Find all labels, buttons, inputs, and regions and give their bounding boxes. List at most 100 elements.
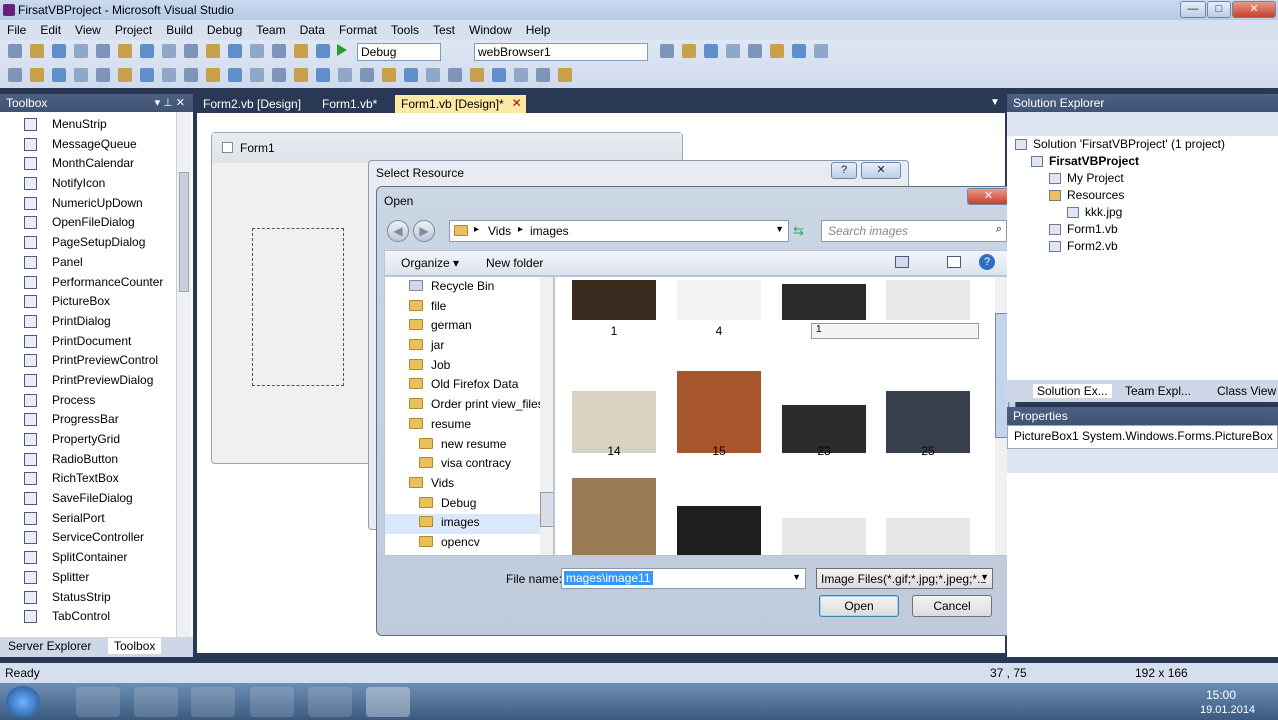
layout-toolbar-icon-21[interactable]	[470, 68, 484, 82]
file-thumbnail[interactable]	[572, 280, 656, 320]
tree-item[interactable]: resume	[385, 416, 553, 436]
filename-dropdown-icon[interactable]: ▼	[792, 572, 801, 582]
file-label[interactable]: 25	[886, 444, 970, 458]
start-debugging-icon[interactable]	[337, 44, 347, 56]
layout-toolbar-icon-22[interactable]	[492, 68, 506, 82]
menu-item-data[interactable]: Data	[293, 20, 332, 37]
toolbar1b-icon-0[interactable]	[660, 44, 674, 58]
address-bar[interactable]: ▸ Vids ▸ images ▼	[449, 220, 789, 242]
layout-toolbar-icon-16[interactable]	[360, 68, 374, 82]
toolbox-item[interactable]: MessageQueue	[0, 135, 193, 155]
file-label[interactable]: 23	[782, 444, 866, 458]
toolbar1b-icon-2[interactable]	[704, 44, 718, 58]
select-resource-help-button[interactable]: ?	[831, 162, 857, 179]
toolbox-item[interactable]: SerialPort	[0, 509, 193, 529]
tree-item[interactable]: Old Firefox Data	[385, 376, 553, 396]
layout-toolbar-icon-11[interactable]	[250, 68, 264, 82]
internet-explorer-icon[interactable]	[250, 687, 294, 717]
server-explorer-tab[interactable]: Server Explorer	[8, 639, 91, 653]
forward-button[interactable]: ▶	[413, 220, 435, 242]
toolbar1-icon-3[interactable]	[74, 44, 88, 58]
menu-item-format[interactable]: Format	[332, 20, 384, 37]
toolbar1-icon-1[interactable]	[30, 44, 44, 58]
toolbox-scroll-thumb[interactable]	[179, 172, 189, 292]
breadcrumb-images[interactable]: images	[530, 224, 569, 238]
new-folder-button[interactable]: New folder	[486, 256, 543, 270]
file-thumbnail[interactable]	[677, 371, 761, 453]
toolbox-item[interactable]: PrintPreviewControl	[0, 351, 193, 371]
toolbox-item[interactable]: PrintDialog	[0, 312, 193, 332]
solution-tree-item[interactable]: kkk.jpg	[1007, 204, 1278, 221]
toolbox-item[interactable]: PageSetupDialog	[0, 233, 193, 253]
file-type-dropdown-icon[interactable]: ▼	[980, 572, 989, 582]
menu-item-edit[interactable]: Edit	[33, 20, 68, 37]
file-label[interactable]: image1	[886, 553, 970, 555]
toolbar1b-icon-1[interactable]	[682, 44, 696, 58]
toolbar1-icon-12[interactable]	[272, 44, 286, 58]
menu-item-view[interactable]: View	[68, 20, 108, 37]
menu-item-window[interactable]: Window	[462, 20, 519, 37]
tree-item[interactable]: images	[385, 514, 553, 534]
firefox-icon[interactable]	[191, 687, 235, 717]
tree-item[interactable]: opencv	[385, 534, 553, 554]
layout-toolbar-icon-25[interactable]	[558, 68, 572, 82]
tree-scroll-thumb[interactable]	[540, 492, 553, 527]
layout-toolbar-icon-24[interactable]	[536, 68, 550, 82]
toolbar1-icon-14[interactable]	[316, 44, 330, 58]
toolbar1-icon-0[interactable]	[8, 44, 22, 58]
toolbar1-icon-8[interactable]	[184, 44, 198, 58]
toolbar1b-icon-6[interactable]	[792, 44, 806, 58]
toolbar1-icon-9[interactable]	[206, 44, 220, 58]
organize-button[interactable]: Organize ▾	[401, 256, 459, 270]
toolbox-item[interactable]: NotifyIcon	[0, 174, 193, 194]
menu-item-tools[interactable]: Tools	[384, 20, 426, 37]
minimize-button[interactable]: —	[1180, 1, 1206, 18]
start-button-icon[interactable]	[6, 686, 40, 718]
open-button[interactable]: Open	[819, 595, 899, 617]
file-thumbnail[interactable]	[677, 280, 761, 320]
toolbox-item[interactable]: PictureBox	[0, 292, 193, 312]
toolbar1-icon-10[interactable]	[228, 44, 242, 58]
tree-item[interactable]: Order print view_files	[385, 396, 553, 416]
toolbar1-icon-5[interactable]	[118, 44, 132, 58]
refresh-icon[interactable]: ⇆	[793, 223, 804, 239]
toolbar1-icon-11[interactable]	[250, 44, 264, 58]
help-icon[interactable]: ?	[979, 254, 995, 270]
address-dropdown-icon[interactable]: ▼	[775, 224, 784, 234]
visual-studio-icon[interactable]	[308, 687, 352, 717]
file-thumbnail[interactable]	[572, 478, 656, 555]
toolbar1-icon-2[interactable]	[52, 44, 66, 58]
layout-toolbar-icon-7[interactable]	[162, 68, 176, 82]
toolbar1b-icon-4[interactable]	[748, 44, 762, 58]
menu-item-team[interactable]: Team	[249, 20, 292, 37]
solution-tree-item[interactable]: Resources	[1007, 187, 1278, 204]
properties-object-select[interactable]: PictureBox1 System.Windows.Forms.Picture…	[1007, 425, 1278, 449]
toolbox-item[interactable]: Splitter	[0, 568, 193, 588]
layout-toolbar-icon-19[interactable]	[426, 68, 440, 82]
toolbox-pin-icon[interactable]: ▾ ⊥ ✕	[155, 96, 185, 109]
menu-item-project[interactable]: Project	[108, 20, 159, 37]
toolbox-item[interactable]: OpenFileDialog	[0, 213, 193, 233]
search-icon[interactable]: ⌕	[996, 223, 1002, 236]
tab-overflow-icon[interactable]: ▼	[990, 97, 1000, 108]
layout-toolbar-icon-13[interactable]	[294, 68, 308, 82]
toolbar1b-icon-5[interactable]	[770, 44, 784, 58]
file-label[interactable]: 14	[572, 444, 656, 458]
layout-toolbar-icon-4[interactable]	[96, 68, 110, 82]
layout-toolbar-icon-15[interactable]	[338, 68, 352, 82]
breadcrumb-vids[interactable]: Vids	[488, 224, 511, 238]
file-thumbnail[interactable]	[782, 518, 866, 555]
toolbox-item[interactable]: SplitContainer	[0, 548, 193, 568]
tree-item[interactable]: Vids	[385, 475, 553, 495]
toolbox-tab[interactable]: Toolbox	[108, 638, 162, 654]
toolbar1-icon-7[interactable]	[162, 44, 176, 58]
layout-toolbar-icon-17[interactable]	[382, 68, 396, 82]
configuration-select[interactable]: Debug	[357, 43, 441, 61]
view-options-icon[interactable]	[895, 256, 909, 268]
tab-form1-code[interactable]: Form1.vb*	[316, 95, 383, 113]
solution-tree-item[interactable]: Form1.vb	[1007, 221, 1278, 238]
file-label[interactable]: 15	[677, 444, 761, 458]
close-button[interactable]: ✕	[1232, 1, 1276, 18]
tree-scrollbar[interactable]	[540, 277, 553, 555]
solution-tree-item[interactable]: Solution 'FirsatVBProject' (1 project)	[1007, 136, 1278, 153]
